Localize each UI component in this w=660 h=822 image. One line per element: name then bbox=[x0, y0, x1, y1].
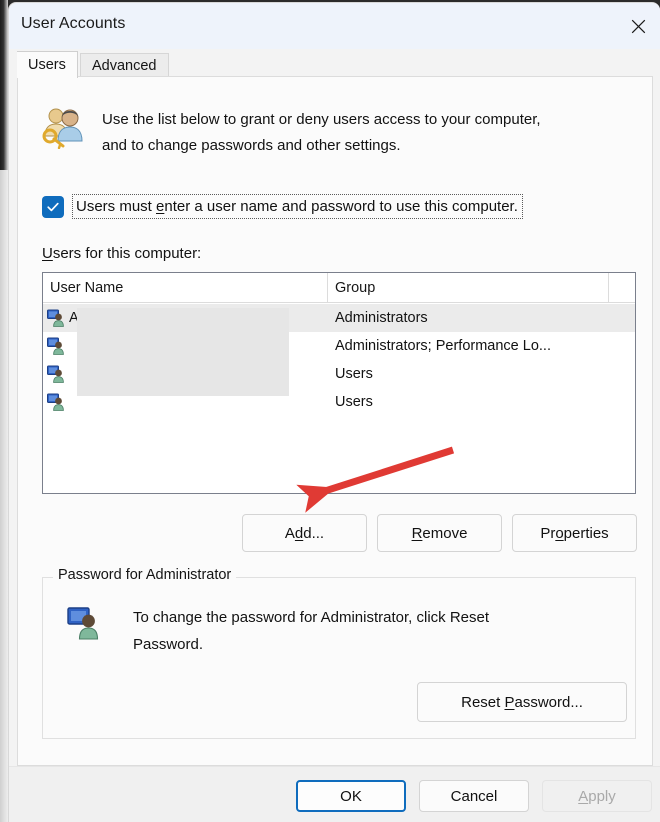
user-account-icon bbox=[67, 606, 101, 640]
password-description-line-1: To change the password for Administrator… bbox=[133, 609, 490, 626]
password-group-box: Password for Administrator To change the… bbox=[42, 567, 636, 739]
remove-button[interactable]: Remove bbox=[377, 514, 502, 552]
users-tab-page: Use the list below to grant or deny user… bbox=[17, 76, 653, 766]
cell-group: Administrators; Performance Lo... bbox=[335, 338, 551, 354]
tab-users-label: Users bbox=[28, 57, 66, 73]
users-list-label-rest: sers for this computer: bbox=[52, 245, 202, 262]
remove-button-label: Remove bbox=[411, 524, 468, 542]
require-credentials-checkbox[interactable] bbox=[42, 196, 64, 218]
reset-password-button-label: Reset Password... bbox=[461, 693, 583, 711]
properties-button[interactable]: Properties bbox=[512, 514, 637, 552]
users-list-label-accel: U bbox=[42, 245, 53, 262]
user-account-icon bbox=[47, 365, 65, 383]
tab-strip: Users Advanced bbox=[9, 49, 660, 78]
reset-password-button[interactable]: Reset Password... bbox=[417, 682, 627, 722]
properties-button-label: Properties bbox=[540, 524, 609, 542]
user-account-icon bbox=[47, 337, 65, 355]
cancel-button-label: Cancel bbox=[450, 787, 498, 805]
column-header-group[interactable]: Group bbox=[328, 273, 609, 303]
users-list-label: Users for this computer: bbox=[42, 245, 201, 262]
cell-group: Users bbox=[335, 366, 373, 382]
checkbox-label-before: Users must bbox=[76, 198, 157, 215]
cell-group: Administrators bbox=[335, 310, 428, 326]
tab-advanced[interactable]: Advanced bbox=[80, 53, 169, 78]
column-header-group-label: Group bbox=[335, 280, 376, 296]
ok-button-label: OK bbox=[340, 787, 362, 805]
users-key-icon bbox=[40, 105, 86, 150]
description-line-2: and to change passwords and other settin… bbox=[102, 137, 401, 154]
dialog-description: Use the list below to grant or deny user… bbox=[102, 107, 622, 159]
apply-button: Apply bbox=[542, 780, 652, 812]
password-description-line-2: Password. bbox=[133, 636, 204, 653]
add-button[interactable]: Add... bbox=[242, 514, 367, 552]
password-group-description: To change the password for Administrator… bbox=[133, 604, 583, 658]
ok-button[interactable]: OK bbox=[296, 780, 406, 812]
cell-group: Users bbox=[335, 394, 373, 410]
user-account-icon bbox=[47, 393, 65, 411]
column-header-user-name[interactable]: User Name bbox=[43, 273, 328, 303]
checkbox-label-after: nter a user name and password to use thi… bbox=[164, 198, 518, 215]
tab-advanced-label: Advanced bbox=[92, 58, 157, 74]
description-line-1: Use the list below to grant or deny user… bbox=[102, 111, 541, 128]
column-header-user-name-label: User Name bbox=[50, 280, 124, 296]
column-header-extra[interactable] bbox=[609, 273, 635, 303]
redacted-user-names bbox=[77, 308, 289, 396]
user-account-icon bbox=[47, 309, 65, 327]
dialog-button-bar: OK Cancel Apply bbox=[9, 766, 660, 822]
users-list[interactable]: User Name Group Administrators Administr… bbox=[42, 272, 636, 494]
apply-button-label: Apply bbox=[578, 787, 616, 805]
cancel-button[interactable]: Cancel bbox=[419, 780, 529, 812]
require-credentials-label[interactable]: Users must enter a user name and passwor… bbox=[72, 194, 523, 219]
close-icon[interactable] bbox=[615, 3, 660, 49]
password-group-legend: Password for Administrator bbox=[53, 567, 237, 583]
desktop-backdrop-left-lower bbox=[0, 170, 8, 822]
users-list-header: User Name Group bbox=[43, 273, 635, 303]
window-title: User Accounts bbox=[21, 15, 126, 32]
add-button-label: Add... bbox=[284, 524, 325, 542]
tab-users[interactable]: Users bbox=[17, 51, 78, 78]
user-accounts-dialog: User Accounts Users Advanced Use the lis… bbox=[8, 2, 660, 822]
title-bar[interactable]: User Accounts bbox=[9, 3, 660, 49]
